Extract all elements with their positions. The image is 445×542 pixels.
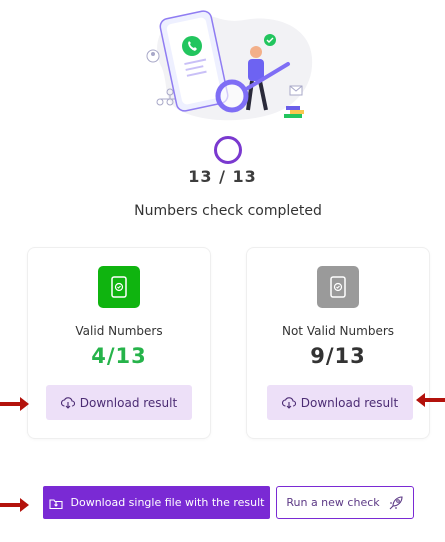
valid-numbers-label: Valid Numbers <box>75 324 163 338</box>
arrow-right-icon <box>0 397 29 411</box>
run-new-check-label: Run a new check <box>286 496 380 509</box>
not-valid-numbers-label: Not Valid Numbers <box>281 324 395 338</box>
download-valid-result-button[interactable]: Download result <box>46 385 192 420</box>
phone-check-icon <box>317 266 359 308</box>
file-download-icon <box>48 498 63 509</box>
download-valid-result-label: Download result <box>79 395 178 410</box>
progress-count: 13 / 13 <box>188 167 257 186</box>
valid-numbers-card: Valid Numbers 4/13 Download result <box>27 247 211 439</box>
download-single-file-button[interactable]: Download single file with the result <box>43 486 270 519</box>
run-new-check-button[interactable]: Run a new check <box>276 486 414 519</box>
status-text: Numbers check completed <box>134 203 322 219</box>
phone-check-icon <box>98 266 140 308</box>
whatsapp-search-illustration <box>146 10 313 121</box>
progress-ring-icon <box>214 136 242 164</box>
not-valid-numbers-card: Not Valid Numbers 9/13 Download result <box>246 247 430 439</box>
rocket-icon <box>389 495 403 509</box>
arrow-left-icon <box>416 393 445 407</box>
download-invalid-result-button[interactable]: Download result <box>267 385 413 420</box>
valid-numbers-count: 4/13 <box>91 344 147 368</box>
cloud-download-icon <box>60 396 75 409</box>
download-single-file-label: Download single file with the result <box>70 496 265 509</box>
cloud-download-icon <box>281 396 296 409</box>
arrow-right-icon <box>0 498 29 512</box>
download-invalid-result-label: Download result <box>300 395 399 410</box>
not-valid-numbers-count: 9/13 <box>310 344 366 368</box>
